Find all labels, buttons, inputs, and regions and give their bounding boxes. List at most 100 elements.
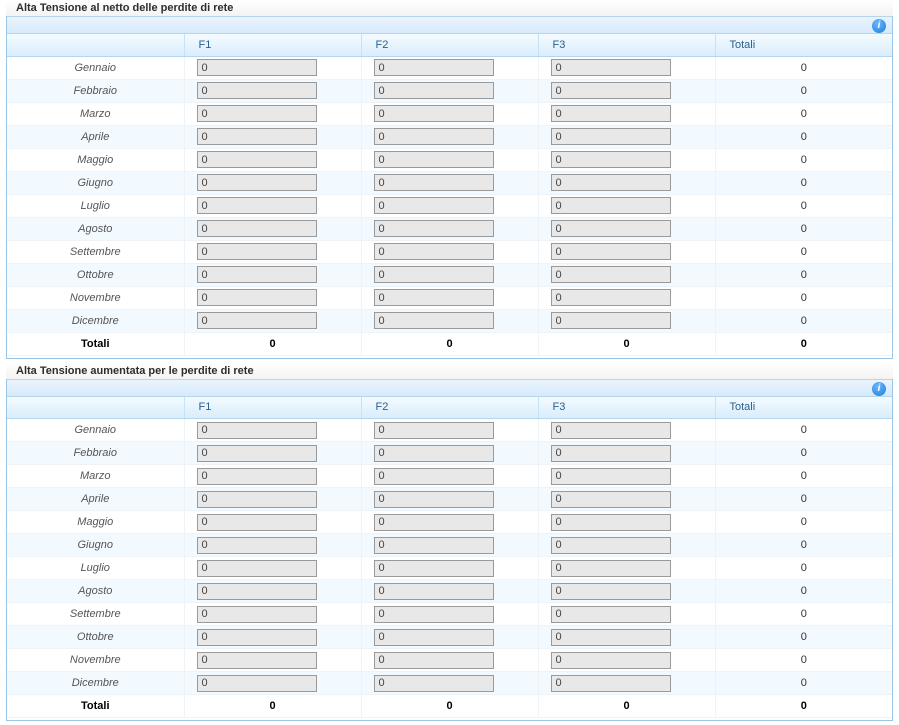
f1-input[interactable]: [197, 445, 317, 462]
f3-input[interactable]: [551, 105, 671, 122]
f1-input[interactable]: [197, 151, 317, 168]
month-label: Maggio: [7, 148, 184, 171]
f2-input[interactable]: [374, 675, 494, 692]
row-total: 0: [715, 672, 892, 695]
column-header-c4: Totali: [715, 397, 892, 419]
f1-input[interactable]: [197, 266, 317, 283]
f2-input[interactable]: [374, 445, 494, 462]
f3-input[interactable]: [551, 514, 671, 531]
f2-input[interactable]: [374, 128, 494, 145]
f2-input[interactable]: [374, 629, 494, 646]
f2-input[interactable]: [374, 422, 494, 439]
f3-input[interactable]: [551, 537, 671, 554]
f3-input[interactable]: [551, 445, 671, 462]
f3-input[interactable]: [551, 606, 671, 623]
f2-input[interactable]: [374, 105, 494, 122]
f3-input[interactable]: [551, 59, 671, 76]
f2-input[interactable]: [374, 606, 494, 623]
f1-input[interactable]: [197, 197, 317, 214]
f1-input[interactable]: [197, 128, 317, 145]
f3-input[interactable]: [551, 312, 671, 329]
f2-input[interactable]: [374, 312, 494, 329]
table-row: Giugno0: [7, 171, 892, 194]
month-label: Febbraio: [7, 442, 184, 465]
f3-input[interactable]: [551, 583, 671, 600]
f3-input[interactable]: [551, 220, 671, 237]
table-row: Giugno0: [7, 534, 892, 557]
f1-input[interactable]: [197, 491, 317, 508]
f1-input[interactable]: [197, 537, 317, 554]
f2-input[interactable]: [374, 514, 494, 531]
f3-input[interactable]: [551, 675, 671, 692]
f1-input[interactable]: [197, 220, 317, 237]
f1-input[interactable]: [197, 606, 317, 623]
f2-input[interactable]: [374, 151, 494, 168]
f2-input[interactable]: [374, 537, 494, 554]
cell-f1: [184, 649, 361, 672]
f2-input[interactable]: [374, 220, 494, 237]
f3-input[interactable]: [551, 289, 671, 306]
f3-input[interactable]: [551, 151, 671, 168]
f1-input[interactable]: [197, 468, 317, 485]
f3-input[interactable]: [551, 128, 671, 145]
f3-input[interactable]: [551, 491, 671, 508]
f3-input[interactable]: [551, 266, 671, 283]
f2-input[interactable]: [374, 82, 494, 99]
f2-input[interactable]: [374, 491, 494, 508]
f2-input[interactable]: [374, 197, 494, 214]
table-row: Agosto0: [7, 580, 892, 603]
totals-f1: 0: [184, 695, 361, 718]
f3-input[interactable]: [551, 652, 671, 669]
data-table: F1F2F3TotaliGennaio0Febbraio0Marzo0April…: [7, 34, 892, 356]
info-icon[interactable]: i: [872, 382, 886, 396]
f1-input[interactable]: [197, 82, 317, 99]
cell-f2: [361, 56, 538, 79]
f1-input[interactable]: [197, 652, 317, 669]
f2-input[interactable]: [374, 289, 494, 306]
f1-input[interactable]: [197, 174, 317, 191]
f3-input[interactable]: [551, 422, 671, 439]
f2-input[interactable]: [374, 243, 494, 260]
table-row: Maggio0: [7, 148, 892, 171]
table-row: Marzo0: [7, 102, 892, 125]
f2-input[interactable]: [374, 468, 494, 485]
info-icon[interactable]: i: [872, 19, 886, 33]
month-label: Settembre: [7, 240, 184, 263]
f1-input[interactable]: [197, 583, 317, 600]
f3-input[interactable]: [551, 174, 671, 191]
f1-input[interactable]: [197, 243, 317, 260]
f3-input[interactable]: [551, 629, 671, 646]
f2-input[interactable]: [374, 266, 494, 283]
f2-input[interactable]: [374, 560, 494, 577]
table-row: Gennaio0: [7, 56, 892, 79]
f2-input[interactable]: [374, 174, 494, 191]
f1-input[interactable]: [197, 675, 317, 692]
cell-f3: [538, 79, 715, 102]
cell-f2: [361, 286, 538, 309]
f1-input[interactable]: [197, 514, 317, 531]
f3-input[interactable]: [551, 197, 671, 214]
table-row: Febbraio0: [7, 79, 892, 102]
table-row: Settembre0: [7, 603, 892, 626]
f1-input[interactable]: [197, 629, 317, 646]
month-label: Luglio: [7, 557, 184, 580]
cell-f3: [538, 534, 715, 557]
cell-f2: [361, 672, 538, 695]
cell-f1: [184, 171, 361, 194]
cell-f1: [184, 419, 361, 442]
cell-f1: [184, 79, 361, 102]
f1-input[interactable]: [197, 312, 317, 329]
f1-input[interactable]: [197, 59, 317, 76]
f2-input[interactable]: [374, 583, 494, 600]
f3-input[interactable]: [551, 82, 671, 99]
f2-input[interactable]: [374, 59, 494, 76]
f3-input[interactable]: [551, 468, 671, 485]
table-row: Ottobre0: [7, 626, 892, 649]
f1-input[interactable]: [197, 105, 317, 122]
f3-input[interactable]: [551, 243, 671, 260]
f3-input[interactable]: [551, 560, 671, 577]
f1-input[interactable]: [197, 422, 317, 439]
f1-input[interactable]: [197, 560, 317, 577]
f1-input[interactable]: [197, 289, 317, 306]
f2-input[interactable]: [374, 652, 494, 669]
